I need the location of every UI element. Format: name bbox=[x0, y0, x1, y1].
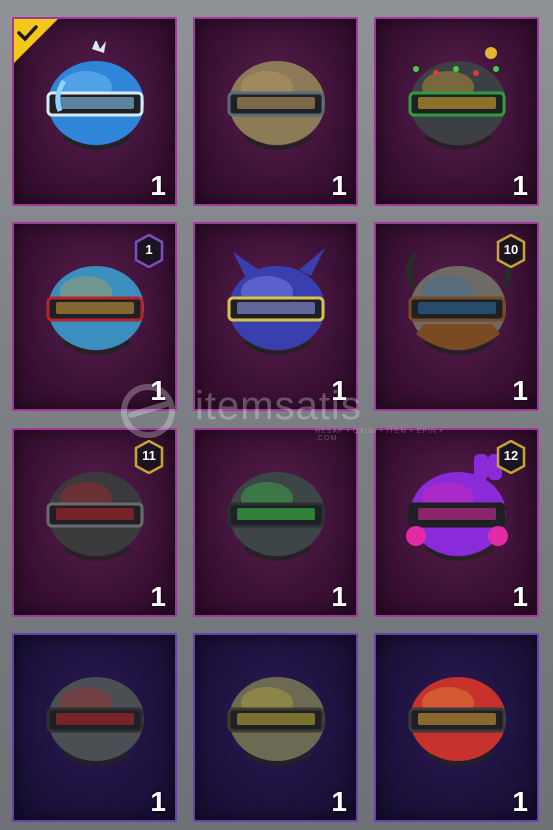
red-skull-helmet-icon bbox=[46, 677, 144, 766]
inventory-item-black-raider-helmet[interactable]: 11 1 bbox=[12, 428, 177, 617]
level-badge: 12 bbox=[496, 440, 526, 474]
green-circuit-helmet-icon bbox=[227, 472, 325, 561]
level-badge-number: 12 bbox=[503, 448, 519, 463]
item-count: 1 bbox=[150, 170, 166, 201]
level-badge-number: 10 bbox=[503, 242, 519, 257]
item-count: 1 bbox=[150, 786, 166, 817]
inventory-item-blue-samurai-helmet[interactable]: 1 bbox=[193, 222, 358, 411]
item-count: 1 bbox=[331, 786, 347, 817]
item-count: 1 bbox=[331, 375, 347, 406]
inventory-item-bronze-knight-helmet[interactable]: 1 bbox=[193, 17, 358, 206]
firefighter-helmet-icon bbox=[408, 677, 506, 766]
level-badge-number: 1 bbox=[145, 242, 153, 257]
item-count: 1 bbox=[512, 170, 528, 201]
bronze-knight-helmet-icon bbox=[227, 61, 325, 150]
christmas-lights-helmet-icon bbox=[408, 47, 506, 150]
item-count: 1 bbox=[512, 786, 528, 817]
item-count: 1 bbox=[331, 581, 347, 612]
item-count: 1 bbox=[331, 170, 347, 201]
inventory-item-bunny-helmet[interactable]: 12 1 bbox=[374, 428, 539, 617]
item-count: 1 bbox=[512, 375, 528, 406]
level-badge: 11 bbox=[134, 440, 164, 474]
item-count: 1 bbox=[150, 581, 166, 612]
inventory-item-red-skull-helmet[interactable]: 1 bbox=[12, 633, 177, 822]
level-badge: 10 bbox=[496, 234, 526, 268]
inventory-item-yellow-desert-helmet[interactable]: 1 bbox=[193, 633, 358, 822]
item-count: 1 bbox=[512, 581, 528, 612]
inventory-item-christmas-lights-helmet[interactable]: 1 bbox=[374, 17, 539, 206]
inventory-item-viking-helmet[interactable]: 10 1 bbox=[374, 222, 539, 411]
yellow-desert-helmet-icon bbox=[227, 677, 325, 766]
inventory-item-golden-pharaoh-helmet[interactable]: 11 bbox=[12, 222, 177, 411]
inventory-item-firefighter-helmet[interactable]: 1 bbox=[374, 633, 539, 822]
inventory-item-green-circuit-helmet[interactable]: 1 bbox=[193, 428, 358, 617]
inventory-item-ice-helmet[interactable]: 1 bbox=[12, 17, 177, 206]
level-badge: 1 bbox=[134, 234, 164, 268]
inventory-grid: 1 1 1 11 1 10 1 11 1 1 12 1 1 1 1 bbox=[0, 0, 553, 830]
item-count: 1 bbox=[150, 375, 166, 406]
level-badge-number: 11 bbox=[142, 448, 156, 463]
selected-check-icon bbox=[14, 19, 58, 63]
blue-samurai-helmet-icon bbox=[227, 248, 325, 355]
